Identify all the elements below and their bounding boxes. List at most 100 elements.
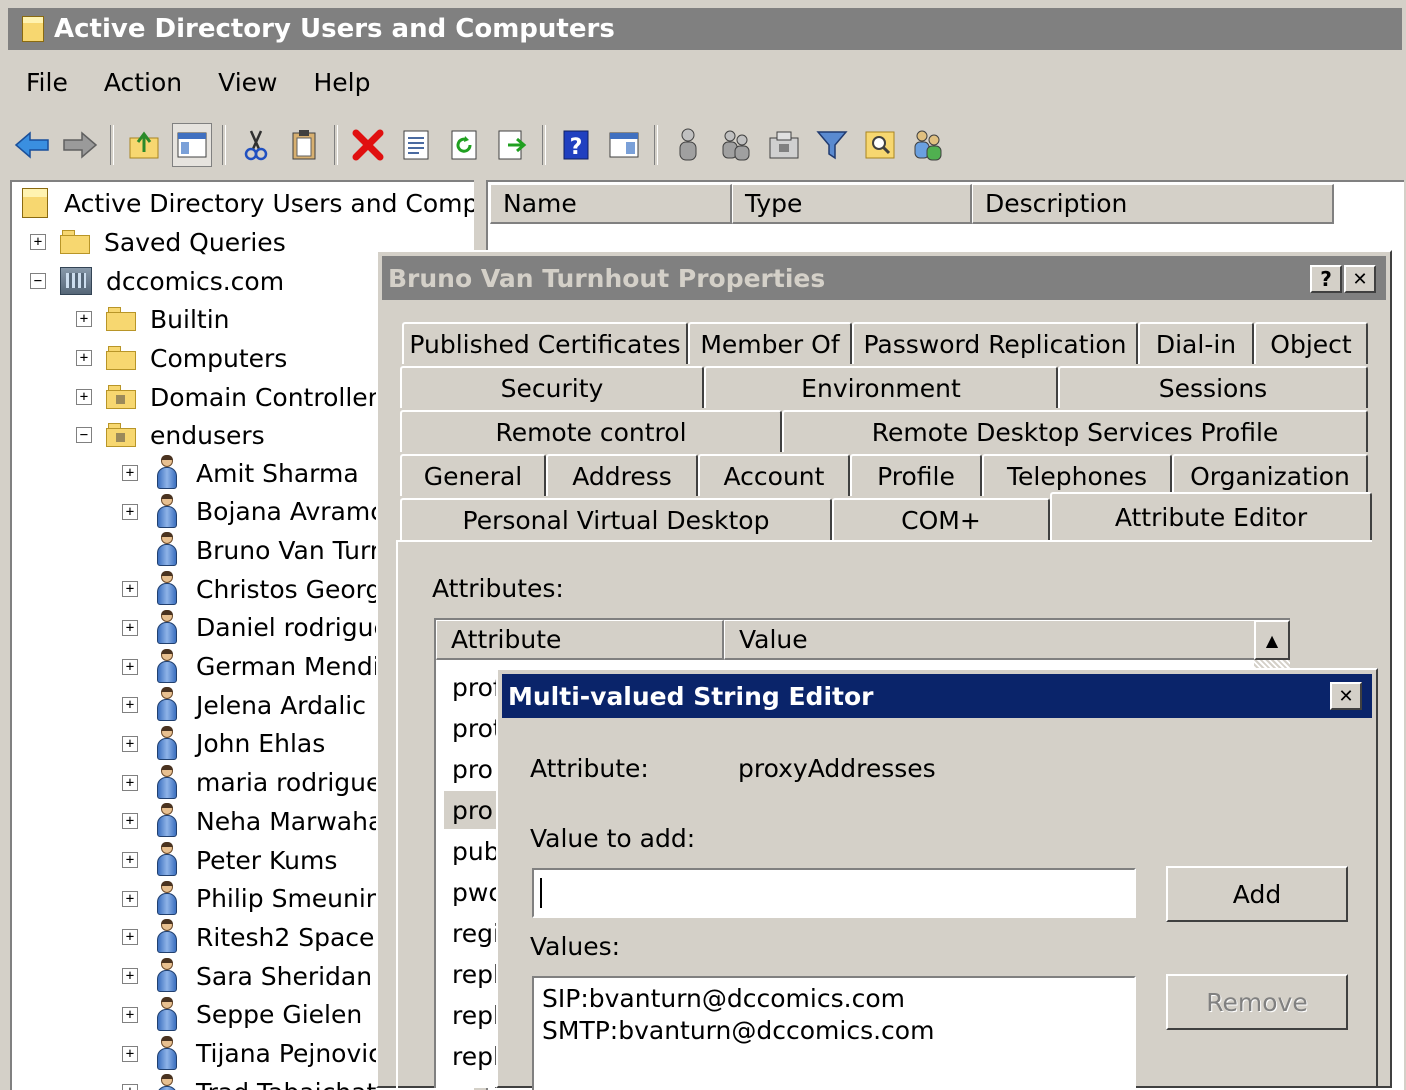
users-icon[interactable] (716, 123, 756, 167)
tree-user[interactable]: + Daniel rodrigue (122, 609, 389, 647)
close-icon[interactable]: ✕ (1330, 682, 1362, 710)
tree-endusers[interactable]: − endusers (76, 416, 265, 454)
tree-user[interactable]: + Amit Sharma (122, 454, 359, 492)
tab-com-plus[interactable]: COM+ (832, 498, 1050, 540)
menu-view[interactable]: View (200, 68, 295, 97)
tree-domain[interactable]: − dccomics.com (30, 262, 284, 300)
tree-user[interactable]: + Seppe Gielen (122, 996, 362, 1034)
tree-domain-controllers[interactable]: + Domain Controllers (76, 378, 391, 416)
attribute-row[interactable]: prof (452, 668, 502, 706)
expand-icon[interactable]: + (122, 1045, 138, 1062)
value-to-add-field[interactable] (532, 868, 1136, 918)
tree-user[interactable]: + Ritesh2 Space (122, 918, 374, 956)
column-header-attribute[interactable]: Attribute (436, 620, 724, 660)
properties-icon[interactable] (396, 123, 436, 167)
column-header-name[interactable]: Name (490, 184, 732, 224)
menu-action[interactable]: Action (86, 68, 200, 97)
expand-icon[interactable]: + (122, 1084, 138, 1090)
tree-user[interactable]: + Bojana Avramc (122, 493, 384, 531)
add-to-group-icon[interactable] (908, 123, 948, 167)
attribute-row[interactable]: repl (452, 1078, 500, 1089)
help-icon[interactable]: ? (556, 123, 596, 167)
paste-icon[interactable] (284, 123, 324, 167)
tree-user[interactable]: Bruno Van Turr (122, 531, 380, 569)
export-icon[interactable] (492, 123, 532, 167)
remove-button[interactable]: Remove (1166, 974, 1348, 1030)
mv-editor-titlebar[interactable]: Multi-valued String Editor ✕ (502, 674, 1372, 718)
value-item[interactable]: SMTP:bvanturn@dccomics.com (542, 1016, 934, 1045)
expand-icon[interactable]: + (122, 735, 138, 752)
tree-root[interactable]: Active Directory Users and Comput (22, 184, 474, 222)
menu-file[interactable]: File (8, 68, 86, 97)
console-tree-icon[interactable] (172, 123, 212, 167)
tree-saved-queries[interactable]: + Saved Queries (30, 223, 286, 261)
expand-icon[interactable]: + (122, 619, 138, 636)
close-icon[interactable]: ✕ (1344, 265, 1376, 293)
tab-organization[interactable]: Organization (1172, 454, 1368, 496)
tab-remote-desktop-services-profile[interactable]: Remote Desktop Services Profile (782, 410, 1368, 452)
scroll-up-icon[interactable]: ▲ (1254, 620, 1290, 660)
tree-computers[interactable]: + Computers (76, 339, 287, 377)
tree-user[interactable]: + Tijana Pejnovic (122, 1035, 382, 1073)
tab-general[interactable]: General (400, 454, 546, 496)
filter-icon[interactable] (812, 123, 852, 167)
tree-user[interactable]: + Christos Georg (122, 570, 381, 608)
tab-profile[interactable]: Profile (850, 454, 982, 496)
tab-telephones[interactable]: Telephones (982, 454, 1172, 496)
tree-user[interactable]: + Jelena Ardalic (122, 686, 366, 724)
tab-member-of[interactable]: Member Of (688, 322, 852, 364)
tree-user[interactable]: + Trad Tabaichat (122, 1073, 376, 1090)
value-item[interactable]: SIP:bvanturn@dccomics.com (542, 984, 905, 1013)
show-pane-icon[interactable] (604, 123, 644, 167)
menu-help[interactable]: Help (295, 68, 388, 97)
expand-icon[interactable]: + (76, 350, 92, 366)
expand-icon[interactable]: + (122, 929, 138, 946)
tab-dial-in[interactable]: Dial-in (1138, 322, 1254, 364)
cut-icon[interactable] (236, 123, 276, 167)
delete-icon[interactable] (348, 123, 388, 167)
values-list[interactable]: SIP:bvanturn@dccomics.com SMTP:bvanturn@… (532, 976, 1136, 1090)
expand-icon[interactable]: + (122, 890, 138, 907)
attribute-row[interactable]: pub (452, 832, 500, 870)
add-button[interactable]: Add (1166, 866, 1348, 922)
tree-user[interactable]: + Neha Marwaha (122, 802, 383, 840)
tree-user[interactable]: + Sara Sheridan (122, 957, 372, 995)
tree-user[interactable]: + John Ehlas (122, 725, 325, 763)
tab-security[interactable]: Security (400, 366, 704, 408)
tab-sessions[interactable]: Sessions (1058, 366, 1368, 408)
tab-object[interactable]: Object (1254, 322, 1368, 364)
tab-account[interactable]: Account (698, 454, 850, 496)
tab-address[interactable]: Address (546, 454, 698, 496)
tree-user[interactable]: + Peter Kums (122, 841, 337, 879)
user-icon[interactable] (668, 123, 708, 167)
column-header-type[interactable]: Type (732, 184, 972, 224)
collapse-icon[interactable]: − (76, 427, 92, 443)
properties-titlebar[interactable]: Bruno Van Turnhout Properties ? ✕ (382, 256, 1386, 300)
expand-icon[interactable]: + (122, 503, 138, 520)
tree-user[interactable]: + German Mendiв (122, 648, 394, 686)
value-to-add-input[interactable] (534, 870, 1134, 916)
help-button[interactable]: ? (1310, 265, 1342, 293)
expand-icon[interactable]: + (122, 774, 138, 791)
expand-icon[interactable]: + (122, 1006, 138, 1023)
collapse-icon[interactable]: − (30, 273, 46, 289)
expand-icon[interactable]: + (76, 389, 92, 405)
refresh-icon[interactable] (444, 123, 484, 167)
expand-icon[interactable]: + (122, 581, 138, 598)
tab-password-replication[interactable]: Password Replication (852, 322, 1138, 364)
expand-icon[interactable]: + (122, 465, 138, 481)
tab-attribute-editor[interactable]: Attribute Editor (1050, 492, 1372, 540)
expand-icon[interactable]: + (122, 852, 138, 868)
new-ou-icon[interactable] (764, 123, 804, 167)
find-icon[interactable] (860, 123, 900, 167)
expand-icon[interactable]: + (122, 658, 138, 675)
expand-icon[interactable]: + (30, 234, 46, 250)
attribute-row[interactable]: pwc (452, 873, 502, 911)
tree-builtin[interactable]: + Builtin (76, 300, 229, 338)
column-header-value[interactable]: Value (724, 620, 1256, 660)
tree-user[interactable]: + maria rodrigue: (122, 764, 390, 802)
forward-arrow-icon[interactable] (60, 123, 100, 167)
expand-icon[interactable]: + (76, 311, 92, 327)
tab-environment[interactable]: Environment (704, 366, 1058, 408)
main-window-titlebar[interactable]: Active Directory Users and Computers (8, 8, 1402, 50)
